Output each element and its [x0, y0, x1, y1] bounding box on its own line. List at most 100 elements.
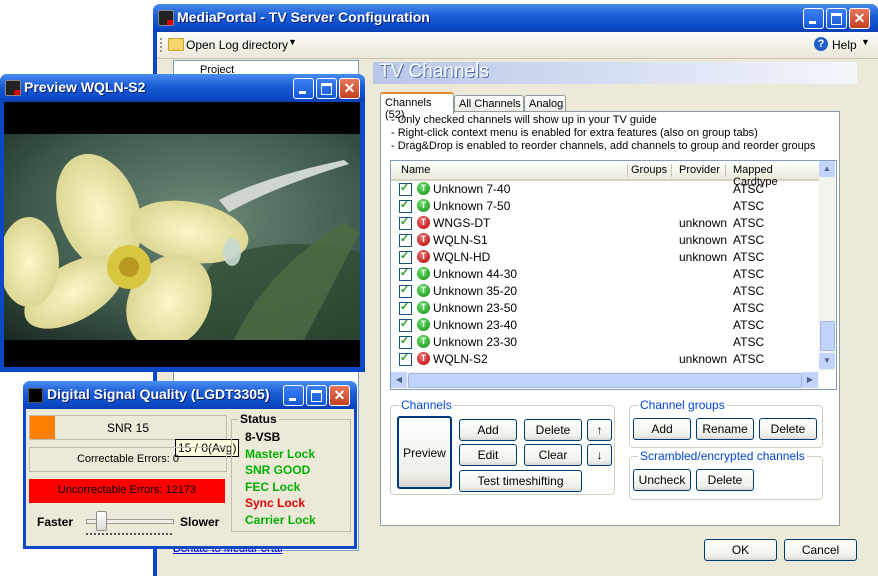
table-row[interactable]: TUnknown 23-50 ATSC [391, 300, 819, 317]
main-title-bar[interactable]: MediaPortal - TV Server Configuration ✕ [153, 4, 878, 32]
channel-checkbox[interactable] [399, 317, 412, 332]
table-row[interactable]: TUnknown 35-20 ATSC [391, 283, 819, 300]
channel-checkbox[interactable] [399, 249, 412, 264]
channel-checkbox[interactable] [399, 266, 412, 281]
scroll-thumb[interactable] [820, 321, 835, 351]
main-window-title: MediaPortal - TV Server Configuration [177, 9, 430, 25]
channel-checkbox[interactable] [399, 215, 412, 230]
status-label: Status [238, 412, 279, 426]
signal-title-bar[interactable]: Digital Signal Quality (LGDT3305) ✕ [23, 381, 357, 409]
scroll-left-arrow[interactable]: ◀ [391, 372, 407, 388]
channel-checkbox[interactable] [399, 334, 412, 349]
preview-button[interactable]: Preview [397, 416, 452, 489]
close-button[interactable]: ✕ [849, 8, 870, 29]
signal-close-button[interactable]: ✕ [329, 385, 350, 406]
column-divider[interactable] [627, 164, 628, 177]
horizontal-scrollbar[interactable]: ◀ ▶ [391, 372, 819, 388]
table-row[interactable]: TWQLN-S1 unknown ATSC [391, 232, 819, 249]
table-row[interactable]: TWQLN-HD unknown ATSC [391, 249, 819, 266]
channel-list[interactable]: Name Groups Provider Mapped Cardtype TUn… [390, 160, 837, 390]
status-item: Carrier Lock [245, 512, 316, 527]
table-row[interactable]: TWNGS-DT unknown ATSC [391, 215, 819, 232]
clear-button[interactable]: Clear [524, 444, 582, 466]
uncorrectable-errors-bar: Uncorrectable Errors: 12173 [29, 479, 225, 503]
chevron-down-icon[interactable]: ▼ [288, 37, 297, 47]
table-row[interactable]: TWQLN-S2 unknown ATSC [391, 351, 819, 368]
column-divider[interactable] [725, 164, 726, 177]
info-text: - Only checked channels will show up in … [391, 114, 815, 153]
cancel-button[interactable]: Cancel [784, 539, 857, 561]
channel-provider: unknown [679, 233, 728, 247]
channel-checkbox[interactable] [399, 181, 412, 196]
channel-checkbox[interactable] [399, 300, 412, 315]
mediaportal-app-icon [158, 10, 174, 26]
vertical-scrollbar[interactable]: ▲ ▼ [819, 161, 835, 371]
signal-minimize-button[interactable] [283, 385, 304, 406]
channel-cardtype: ATSC [733, 318, 765, 332]
help-button[interactable]: Help [832, 38, 857, 52]
video-area[interactable] [4, 102, 360, 367]
delete-channel-button[interactable]: Delete [524, 419, 582, 441]
tv-channel-icon: T [417, 335, 430, 348]
add-group-button[interactable]: Add [633, 418, 691, 440]
rename-group-button[interactable]: Rename [696, 418, 754, 440]
scroll-up-arrow[interactable]: ▲ [819, 161, 835, 177]
signal-app-icon [28, 388, 43, 403]
preview-title-bar[interactable]: Preview WQLN-S2 ✕ [0, 74, 365, 102]
status-item: 8-VSB [245, 430, 281, 444]
hscroll-thumb[interactable] [408, 373, 802, 388]
edit-channel-button[interactable]: Edit [459, 444, 517, 466]
column-header-name[interactable]: Name [401, 164, 430, 176]
channel-name: WNGS-DT [433, 216, 491, 230]
faster-label: Faster [37, 515, 74, 529]
channel-checkbox[interactable] [399, 198, 412, 213]
channel-cardtype: ATSC [733, 284, 765, 298]
preview-maximize-button[interactable] [316, 78, 337, 99]
channel-cardtype: ATSC [733, 199, 765, 213]
move-down-button[interactable]: ↓ [587, 444, 612, 466]
slider-thumb[interactable] [96, 511, 107, 531]
scroll-down-arrow[interactable]: ▼ [819, 353, 835, 369]
scrambled-group: Scrambled/encrypted channels Uncheck Del… [629, 449, 823, 500]
signal-maximize-button[interactable] [306, 385, 327, 406]
open-log-directory-button[interactable]: Open Log directory [186, 38, 288, 52]
channel-cardtype: ATSC [733, 352, 765, 366]
maximize-button[interactable] [826, 8, 847, 29]
channel-rows: TUnknown 7-40ATSCTUnknown 7-50ATSCTWNGS-… [391, 181, 819, 369]
channel-checkbox[interactable] [399, 283, 412, 298]
channel-groups-label: Channel groups [638, 398, 727, 412]
table-row[interactable]: TUnknown 23-30 ATSC [391, 334, 819, 351]
help-dropdown-icon[interactable]: ▼ [861, 37, 870, 47]
ok-button[interactable]: OK [704, 539, 777, 561]
table-row[interactable]: TUnknown 7-50 ATSC [391, 198, 819, 215]
test-timeshifting-button[interactable]: Test timeshifting [459, 470, 582, 492]
section-title-bar: TV Channels [373, 61, 857, 84]
table-row[interactable]: TUnknown 44-30 ATSC [391, 266, 819, 283]
minimize-button[interactable] [803, 8, 824, 29]
status-list: 8-VSB Master Lock SNR GOOD FEC Lock Sync Loc… [245, 429, 316, 528]
tab-channels[interactable]: Channels (52) [380, 92, 454, 121]
preview-window: Preview WQLN-S2 ✕ [0, 74, 365, 372]
preview-close-button[interactable]: ✕ [339, 78, 360, 99]
move-up-button[interactable]: ↑ [587, 419, 612, 441]
column-header-groups[interactable]: Groups [631, 164, 667, 176]
list-header: Name Groups Provider Mapped Cardtype [391, 161, 819, 188]
preview-minimize-button[interactable] [293, 78, 314, 99]
table-row[interactable]: TUnknown 23-40 ATSC [391, 317, 819, 334]
channel-name: Unknown 23-50 [433, 301, 518, 315]
add-channel-button[interactable]: Add [459, 419, 517, 441]
delete-group-button[interactable]: Delete [759, 418, 817, 440]
scroll-right-arrow[interactable]: ▶ [802, 372, 818, 388]
refresh-speed-slider[interactable] [84, 509, 174, 537]
channel-cardtype: ATSC [733, 250, 765, 264]
delete-scrambled-button[interactable]: Delete [696, 469, 754, 491]
uncheck-button[interactable]: Uncheck [633, 469, 691, 491]
table-row[interactable]: TUnknown 7-40 ATSC [391, 181, 819, 198]
channel-checkbox[interactable] [399, 232, 412, 247]
channel-name: Unknown 44-30 [433, 267, 518, 281]
column-header-provider[interactable]: Provider [679, 164, 720, 176]
channel-checkbox[interactable] [399, 351, 412, 366]
column-divider[interactable] [671, 164, 672, 177]
tv-channel-icon: T [417, 233, 430, 246]
signal-client: SNR 15 15 / 0(Avg) Correctable Errors: 0… [26, 409, 354, 546]
